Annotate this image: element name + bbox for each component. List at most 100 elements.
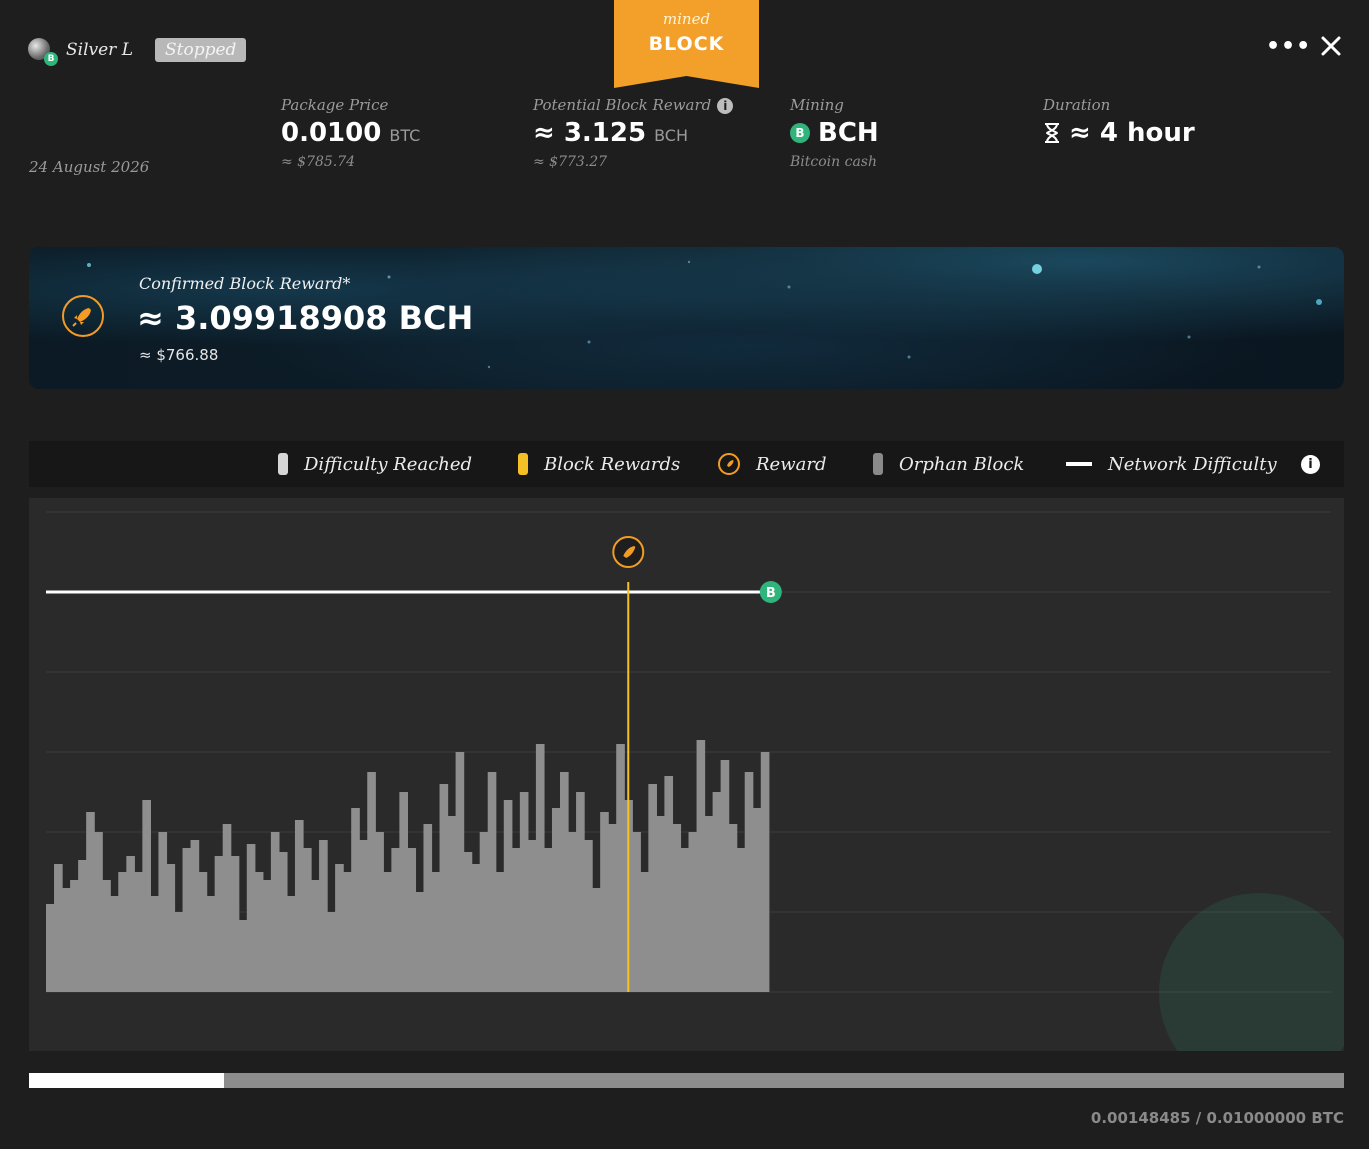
difficulty-bar [439,784,449,992]
difficulty-bar [294,820,304,992]
more-menu-button[interactable]: ••• [1266,34,1311,59]
difficulty-bar [166,864,176,992]
difficulty-bar [632,832,641,992]
mining-value-row: B BCH [790,118,879,148]
difficulty-bar [174,912,184,992]
difficulty-bar [62,888,71,992]
difficulty-bar [616,744,625,992]
difficulty-bar [230,856,240,992]
difficulty-bar [447,816,457,992]
username: Silver L [66,40,134,60]
difficulty-bar [142,800,152,992]
difficulty-bar [487,772,497,992]
difficulty-bar [343,872,352,992]
difficulty-bar [214,856,224,992]
difficulty-bar [551,808,561,992]
legend-network-difficulty[interactable]: Network Difficulty [1066,441,1277,487]
duration-label: Duration [1043,96,1111,114]
difficulty-bar [78,860,87,992]
legend-label: Network Difficulty [1108,453,1277,475]
package-price-stat: Package Price 0.0100 BTC ≈ $785.74 [281,96,420,170]
potential-reward-stat: Potential Block Reward i ≈ 3.125 BCH ≈ $7… [533,96,734,170]
mining-value: BCH [818,118,879,148]
confirmed-reward-value: ≈ 3.09918908 BCH [137,299,474,337]
potential-reward-label-row: Potential Block Reward i [533,96,734,114]
difficulty-swatch-icon [278,453,288,475]
difficulty-bar [118,872,127,992]
potential-reward-usd: ≈ $773.27 [533,154,608,170]
legend-block-rewards[interactable]: Block Rewards [518,441,680,487]
difficulty-bar [46,904,55,992]
difficulty-bar [736,848,746,992]
legend-reward[interactable]: Reward [718,441,826,487]
difficulty-bar [728,824,738,992]
difficulty-bar [134,872,143,992]
chart-legend: Difficulty Reached Block Rewards Reward … [29,441,1344,487]
date-text: 24 August 2026 [29,158,150,176]
bch-badge-icon: B [44,52,58,66]
difficulty-bar [503,800,513,992]
progress-text: 0.00148485 / 0.01000000 BTC [1090,1109,1344,1127]
difficulty-bar [712,792,722,992]
difficulty-bar [246,844,256,992]
difficulty-bar [70,880,79,992]
difficulty-bar [600,812,609,992]
difficulty-bar [303,848,312,992]
difficulty-bar [648,784,657,992]
info-icon[interactable]: i [1301,455,1320,474]
difficulty-bar [327,912,336,992]
difficulty-bar [535,744,545,992]
package-price-label: Package Price [281,96,389,114]
difficulty-bar [664,776,674,992]
difficulty-bar [479,832,489,992]
difficulty-bar [367,772,376,992]
legend-label: Block Rewards [544,453,681,475]
difficulty-bar [744,772,754,992]
difficulty-bar [576,792,585,992]
difficulty-bar [182,848,192,992]
difficulty-bar [423,824,433,992]
legend-difficulty-reached[interactable]: Difficulty Reached [278,441,472,487]
difficulty-bar [238,920,248,992]
difficulty-bar [760,752,770,992]
block-rewards-swatch-icon [518,453,528,475]
difficulty-bar [696,740,706,992]
difficulty-bar [471,864,481,992]
difficulty-bar [592,888,601,992]
difficulty-bar [335,864,344,992]
difficulty-bar [150,896,160,992]
difficulty-bar [608,824,617,992]
difficulty-bar [278,852,288,992]
difficulty-bar [94,832,103,992]
difficulty-bar [110,896,119,992]
bch-watermark-icon [1159,893,1344,1051]
legend-label: Reward [756,453,827,475]
difficulty-bar [640,872,649,992]
difficulty-bar [126,856,135,992]
difficulty-bar [455,752,465,992]
close-icon [1321,36,1341,56]
difficulty-bar [102,880,111,992]
difficulty-bar [270,832,280,992]
difficulty-bar [54,864,63,992]
potential-reward-label: Potential Block Reward [533,96,712,114]
confirmed-reward-usd: ≈ $766.88 [139,346,219,364]
bch-coin-symbol: B [766,586,776,601]
duration-stat: Duration ≈ 4 hour [1043,96,1195,148]
difficulty-bar [86,812,95,992]
difficulty-bar [519,792,529,992]
legend-orphan-block[interactable]: Orphan Block [873,441,1024,487]
difficulty-bar [415,892,425,992]
legend-label: Difficulty Reached [304,453,473,475]
close-button[interactable] [1318,33,1344,59]
difficulty-bar [383,872,392,992]
difficulty-bar [431,872,441,992]
status-badge: Stopped [155,38,247,62]
difficulty-bar [158,832,168,992]
difficulty-bar [254,872,264,992]
package-price-value-row: 0.0100 BTC [281,118,420,148]
banner-top-text: mined [662,10,711,28]
potential-reward-value-row: ≈ 3.125 BCH [533,118,733,148]
mining-coin-name: Bitcoin cash [790,154,877,170]
info-icon[interactable]: i [717,98,734,114]
